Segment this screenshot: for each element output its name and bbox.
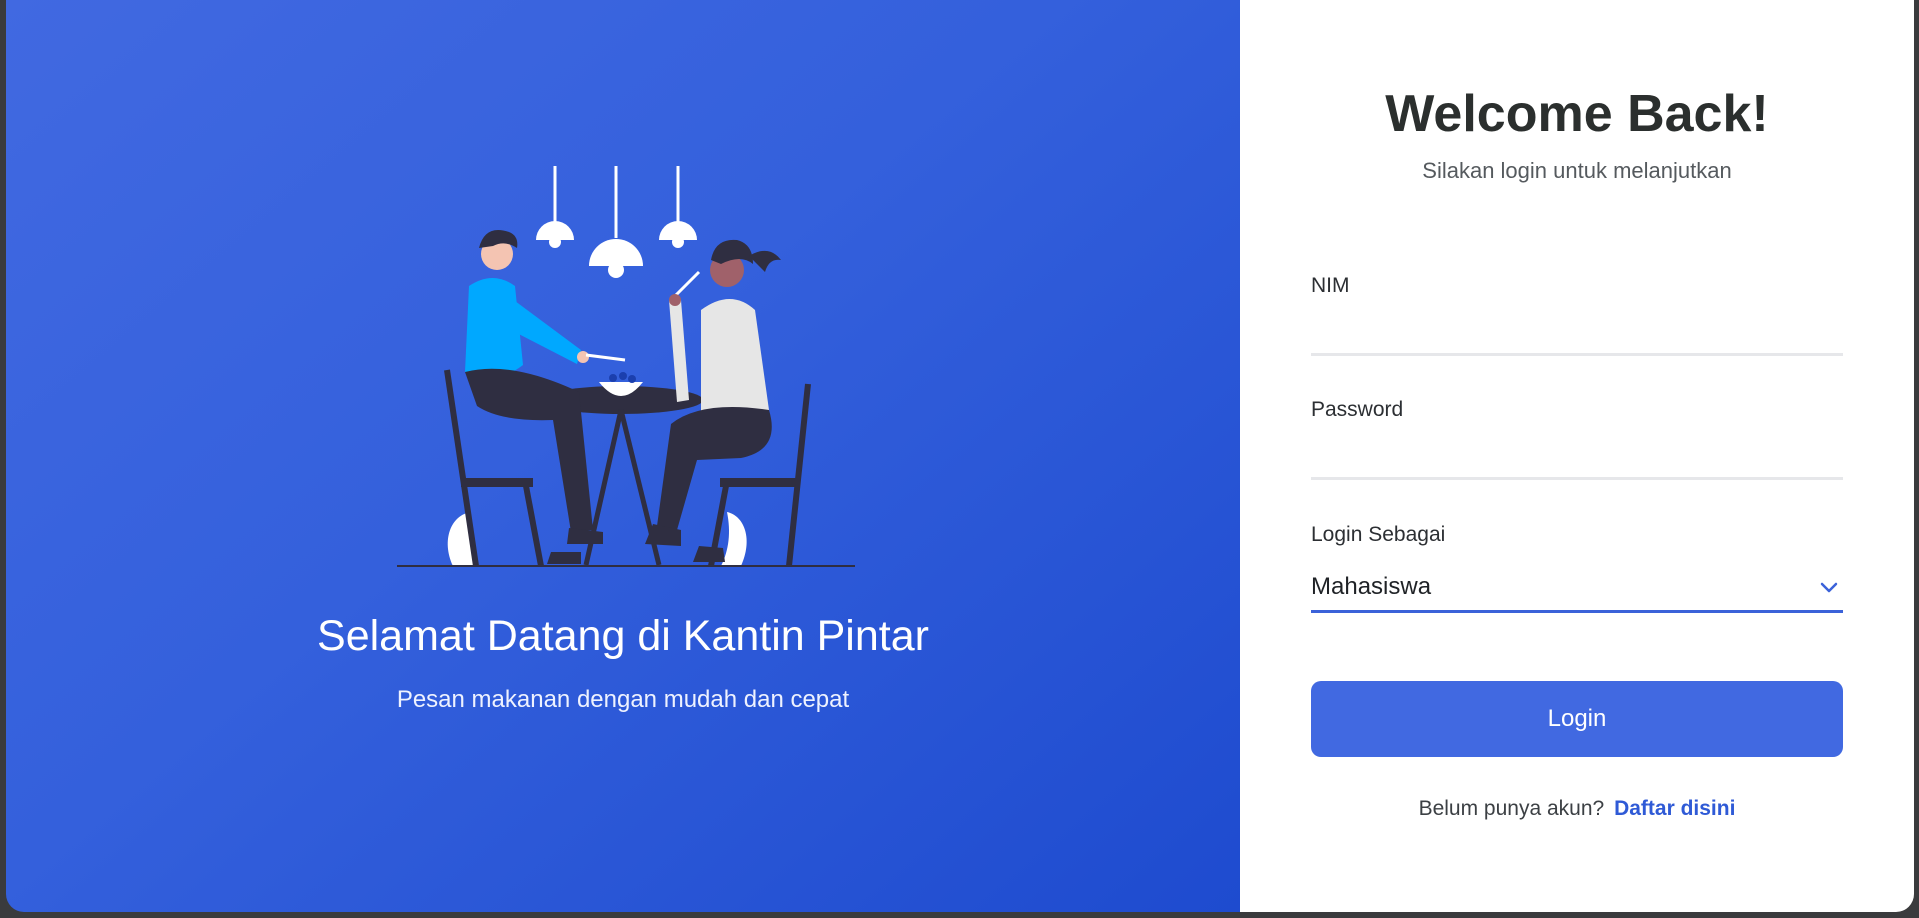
hero-subtitle: Pesan makanan dengan mudah dan cepat [396, 686, 850, 713]
signup-prompt-text: Belum punya akun? [1418, 797, 1605, 820]
signup-link[interactable]: Daftar disini [1614, 797, 1735, 820]
form-subtitle: Silakan login untuk melanjutkan [1422, 158, 1732, 183]
nim-field: NIM [1311, 274, 1843, 356]
hero-panel: Selamat Datang di Kantin Pintar Pesan ma… [6, 0, 1240, 912]
app-window: Selamat Datang di Kantin Pintar Pesan ma… [6, 0, 1914, 912]
role-select-value: Mahasiswa [1311, 572, 1432, 600]
password-field: Password [1311, 398, 1843, 480]
form-title: Welcome Back! [1385, 85, 1769, 143]
signup-prompt: Belum punya akun? Daftar disini [1240, 797, 1914, 821]
chevron-down-icon [1820, 582, 1838, 592]
password-input[interactable] [1311, 440, 1843, 480]
hero-title: Selamat Datang di Kantin Pintar [317, 612, 929, 660]
people-eating-illustration [397, 166, 855, 567]
login-panel: Welcome Back! Silakan login untuk melanj… [1240, 0, 1914, 912]
role-select[interactable]: Mahasiswa [1311, 563, 1843, 613]
password-label: Password [1311, 398, 1404, 421]
role-field: Login Sebagai Mahasiswa [1311, 523, 1843, 613]
login-button[interactable]: Login [1311, 681, 1843, 757]
role-label: Login Sebagai [1311, 523, 1446, 546]
nim-label: NIM [1311, 274, 1350, 297]
nim-input[interactable] [1311, 316, 1843, 356]
